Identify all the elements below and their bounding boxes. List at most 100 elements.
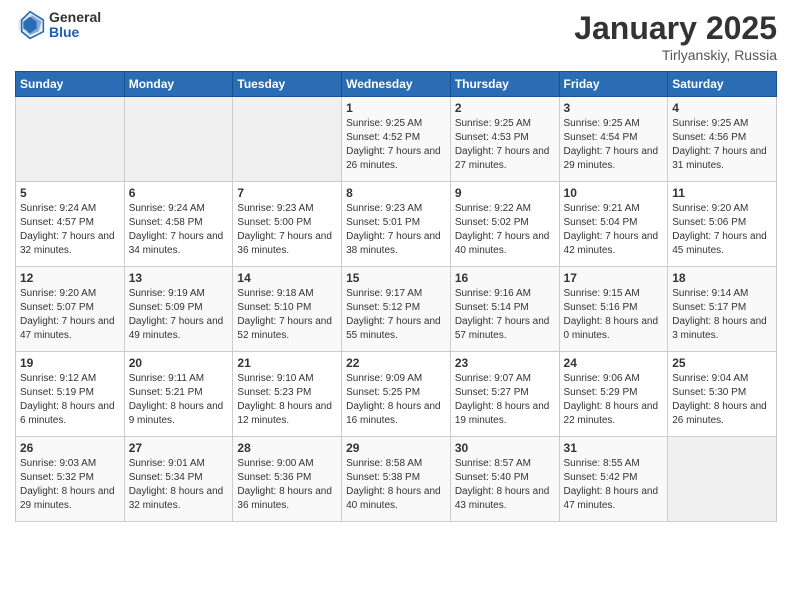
day-number: 17 [564, 271, 664, 285]
calendar-cell: 27 Sunrise: 9:01 AM Sunset: 5:34 PM Dayli… [124, 437, 233, 522]
calendar-cell [668, 437, 777, 522]
calendar-week-1: 1Sunrise: 9:25 AM Sunset: 4:52 PM Daylig… [16, 97, 777, 182]
calendar-cell: 19Sunrise: 9:12 AM Sunset: 5:19 PM Dayli… [16, 352, 125, 437]
calendar-cell: 2 Sunrise: 9:25 AM Sunset: 4:53 PM Daylig… [450, 97, 559, 182]
day-number: 20 [129, 356, 229, 370]
day-info: Sunrise: 9:16 AM Sunset: 5:14 PM Dayligh… [455, 287, 555, 343]
day-info: Sunrise: 9:04 AM Sunset: 5:30 PM Dayligh… [672, 372, 772, 428]
calendar-cell: 21 Sunrise: 9:10 AM Sunset: 5:23 PM Dayli… [233, 352, 342, 437]
header-tuesday: Tuesday [233, 72, 342, 97]
calendar-cell: 24 Sunrise: 9:06 AM Sunset: 5:29 PM Dayli… [559, 352, 668, 437]
day-number: 11 [672, 186, 772, 200]
day-info: Sunrise: 8:55 AM Sunset: 5:42 PM Dayligh… [564, 457, 664, 513]
day-number: 5 [20, 186, 120, 200]
location: Tirlyanskiy, Russia [574, 47, 777, 63]
day-info: Sunrise: 9:03 AM Sunset: 5:32 PM Dayligh… [20, 457, 120, 513]
day-info: Sunrise: 9:20 AM Sunset: 5:06 PM Dayligh… [672, 202, 772, 258]
day-info: Sunrise: 9:25 AM Sunset: 4:54 PM Dayligh… [564, 117, 664, 173]
day-number: 7 [237, 186, 337, 200]
day-info: Sunrise: 9:25 AM Sunset: 4:56 PM Dayligh… [672, 117, 772, 173]
day-info: Sunrise: 9:11 AM Sunset: 5:21 PM Dayligh… [129, 372, 229, 428]
calendar-week-2: 5Sunrise: 9:24 AM Sunset: 4:57 PM Daylig… [16, 182, 777, 267]
header-wednesday: Wednesday [342, 72, 451, 97]
day-number: 28 [237, 441, 337, 455]
calendar-header: Sunday Monday Tuesday Wednesday Thursday… [16, 72, 777, 97]
calendar-cell: 31 Sunrise: 8:55 AM Sunset: 5:42 PM Dayli… [559, 437, 668, 522]
calendar-cell: 6 Sunrise: 9:24 AM Sunset: 4:58 PM Daylig… [124, 182, 233, 267]
day-number: 10 [564, 186, 664, 200]
day-info: Sunrise: 9:06 AM Sunset: 5:29 PM Dayligh… [564, 372, 664, 428]
calendar-cell [16, 97, 125, 182]
day-number: 12 [20, 271, 120, 285]
header-friday: Friday [559, 72, 668, 97]
header-thursday: Thursday [450, 72, 559, 97]
calendar-cell: 9 Sunrise: 9:22 AM Sunset: 5:02 PM Daylig… [450, 182, 559, 267]
day-number: 9 [455, 186, 555, 200]
day-number: 27 [129, 441, 229, 455]
day-number: 31 [564, 441, 664, 455]
day-info: Sunrise: 9:23 AM Sunset: 5:01 PM Dayligh… [346, 202, 446, 258]
calendar-cell: 1Sunrise: 9:25 AM Sunset: 4:52 PM Daylig… [342, 97, 451, 182]
day-info: Sunrise: 8:57 AM Sunset: 5:40 PM Dayligh… [455, 457, 555, 513]
calendar-cell: 30 Sunrise: 8:57 AM Sunset: 5:40 PM Dayli… [450, 437, 559, 522]
day-info: Sunrise: 9:09 AM Sunset: 5:25 PM Dayligh… [346, 372, 446, 428]
day-info: Sunrise: 9:07 AM Sunset: 5:27 PM Dayligh… [455, 372, 555, 428]
day-info: Sunrise: 9:20 AM Sunset: 5:07 PM Dayligh… [20, 287, 120, 343]
month-title: January 2025 [574, 10, 777, 47]
day-info: Sunrise: 9:21 AM Sunset: 5:04 PM Dayligh… [564, 202, 664, 258]
calendar-cell: 20 Sunrise: 9:11 AM Sunset: 5:21 PM Dayli… [124, 352, 233, 437]
calendar-cell: 11 Sunrise: 9:20 AM Sunset: 5:06 PM Dayli… [668, 182, 777, 267]
calendar-cell: 13 Sunrise: 9:19 AM Sunset: 5:09 PM Dayli… [124, 267, 233, 352]
day-header-row: Sunday Monday Tuesday Wednesday Thursday… [16, 72, 777, 97]
calendar-cell: 28Sunrise: 9:00 AM Sunset: 5:36 PM Dayli… [233, 437, 342, 522]
calendar-cell [233, 97, 342, 182]
day-number: 30 [455, 441, 555, 455]
calendar-week-5: 26Sunrise: 9:03 AM Sunset: 5:32 PM Dayli… [16, 437, 777, 522]
day-info: Sunrise: 9:01 AM Sunset: 5:34 PM Dayligh… [129, 457, 229, 513]
calendar-cell [124, 97, 233, 182]
header: General Blue January 2025 Tirlyanskiy, R… [15, 10, 777, 63]
day-number: 4 [672, 101, 772, 115]
day-number: 6 [129, 186, 229, 200]
calendar-cell: 14 Sunrise: 9:18 AM Sunset: 5:10 PM Dayli… [233, 267, 342, 352]
day-info: Sunrise: 9:24 AM Sunset: 4:58 PM Dayligh… [129, 202, 229, 258]
day-number: 19 [20, 356, 120, 370]
day-info: Sunrise: 9:10 AM Sunset: 5:23 PM Dayligh… [237, 372, 337, 428]
header-sunday: Sunday [16, 72, 125, 97]
day-number: 16 [455, 271, 555, 285]
calendar-cell: 5Sunrise: 9:24 AM Sunset: 4:57 PM Daylig… [16, 182, 125, 267]
day-number: 24 [564, 356, 664, 370]
day-info: Sunrise: 9:18 AM Sunset: 5:10 PM Dayligh… [237, 287, 337, 343]
main-container: General Blue January 2025 Tirlyanskiy, R… [0, 0, 792, 532]
day-number: 3 [564, 101, 664, 115]
header-monday: Monday [124, 72, 233, 97]
day-number: 25 [672, 356, 772, 370]
calendar-cell: 22 Sunrise: 9:09 AM Sunset: 5:25 PM Dayli… [342, 352, 451, 437]
calendar-week-3: 12 Sunrise: 9:20 AM Sunset: 5:07 PM Dayli… [16, 267, 777, 352]
logo-icon [15, 10, 45, 40]
calendar-cell: 18 Sunrise: 9:14 AM Sunset: 5:17 PM Dayli… [668, 267, 777, 352]
logo-general: General [49, 10, 101, 25]
calendar-cell: 23Sunrise: 9:07 AM Sunset: 5:27 PM Dayli… [450, 352, 559, 437]
calendar-cell: 16 Sunrise: 9:16 AM Sunset: 5:14 PM Dayli… [450, 267, 559, 352]
day-info: Sunrise: 9:19 AM Sunset: 5:09 PM Dayligh… [129, 287, 229, 343]
day-number: 21 [237, 356, 337, 370]
calendar-cell: 29Sunrise: 8:58 AM Sunset: 5:38 PM Dayli… [342, 437, 451, 522]
calendar-cell: 3 Sunrise: 9:25 AM Sunset: 4:54 PM Daylig… [559, 97, 668, 182]
calendar-cell: 25 Sunrise: 9:04 AM Sunset: 5:30 PM Dayli… [668, 352, 777, 437]
title-block: January 2025 Tirlyanskiy, Russia [574, 10, 777, 63]
day-number: 18 [672, 271, 772, 285]
day-number: 22 [346, 356, 446, 370]
day-info: Sunrise: 9:25 AM Sunset: 4:53 PM Dayligh… [455, 117, 555, 173]
day-number: 14 [237, 271, 337, 285]
calendar-cell: 15Sunrise: 9:17 AM Sunset: 5:12 PM Dayli… [342, 267, 451, 352]
calendar-cell: 8 Sunrise: 9:23 AM Sunset: 5:01 PM Daylig… [342, 182, 451, 267]
day-info: Sunrise: 9:22 AM Sunset: 5:02 PM Dayligh… [455, 202, 555, 258]
day-info: Sunrise: 9:14 AM Sunset: 5:17 PM Dayligh… [672, 287, 772, 343]
day-number: 15 [346, 271, 446, 285]
day-number: 8 [346, 186, 446, 200]
calendar-cell: 17Sunrise: 9:15 AM Sunset: 5:16 PM Dayli… [559, 267, 668, 352]
day-number: 2 [455, 101, 555, 115]
day-number: 1 [346, 101, 446, 115]
day-number: 13 [129, 271, 229, 285]
